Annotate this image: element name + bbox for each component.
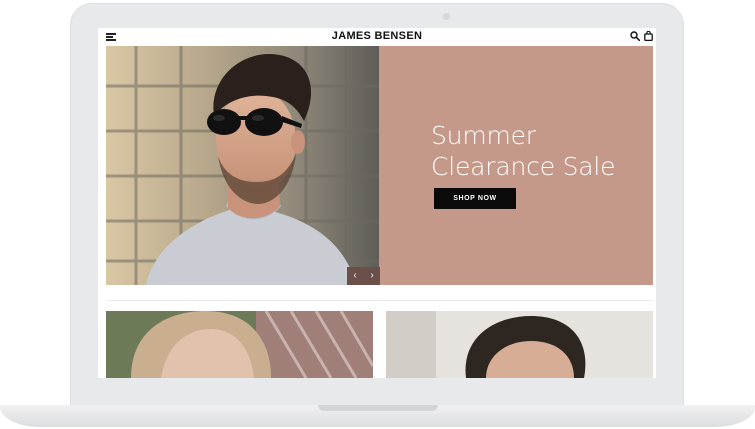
hero-headline-line-2: Clearance Sale xyxy=(431,152,616,181)
laptop-base-notch xyxy=(318,405,438,411)
hero-headline-line-1: Summer xyxy=(431,121,536,150)
hamburger-menu-icon[interactable] xyxy=(106,33,116,41)
carousel-controls: ‹ › xyxy=(347,267,380,285)
product-tile-man[interactable] xyxy=(386,311,653,378)
page: JAMES BENSEN Summer Clearance Sale SHOP … xyxy=(0,0,755,429)
product-tile-woman[interactable] xyxy=(106,311,373,378)
brand-logo: JAMES BENSEN xyxy=(331,30,423,42)
section-divider xyxy=(106,300,653,301)
shop-now-button[interactable]: SHOP NOW xyxy=(434,188,516,209)
chevron-right-icon[interactable]: › xyxy=(364,267,380,285)
hero-headline: Summer Clearance Sale xyxy=(431,120,651,182)
site-header: JAMES BENSEN xyxy=(98,28,656,44)
chevron-left-icon[interactable]: ‹ xyxy=(347,267,363,285)
shopping-bag-icon[interactable] xyxy=(644,31,653,41)
hero-promo-panel: Summer Clearance Sale SHOP NOW xyxy=(379,46,653,285)
webcam-icon xyxy=(443,13,450,20)
hero-photo-man-sunglasses xyxy=(106,46,379,285)
hero-carousel: Summer Clearance Sale SHOP NOW ‹ › xyxy=(106,46,653,285)
laptop-screen: JAMES BENSEN Summer Clearance Sale SHOP … xyxy=(98,28,656,378)
search-icon[interactable] xyxy=(630,31,640,41)
